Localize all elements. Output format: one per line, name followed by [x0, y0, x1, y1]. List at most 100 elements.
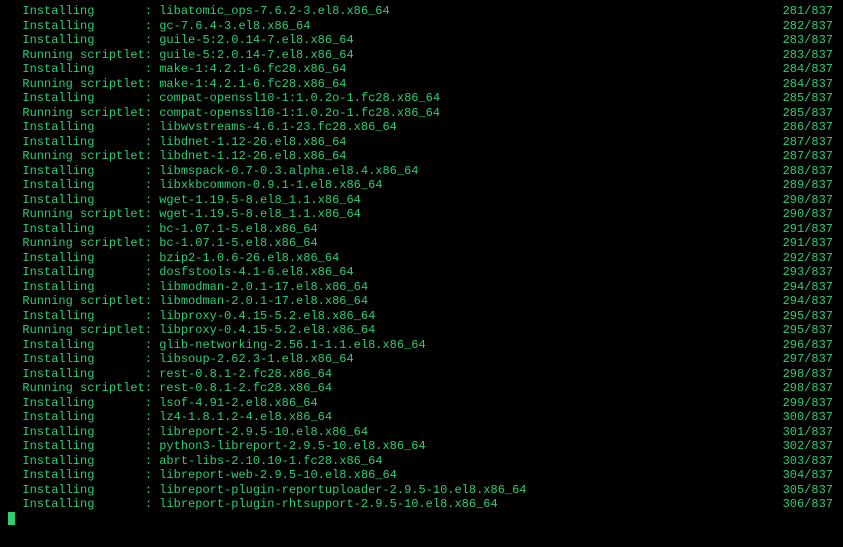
package-name: libwvstreams-4.6.1-23.fc28.x86_64 — [159, 120, 782, 135]
separator: : — [145, 251, 159, 266]
action-label: Installing — [8, 265, 145, 280]
progress-counter: 300/837 — [783, 410, 835, 425]
output-line: Running scriptlet: libproxy-0.4.15-5.2.e… — [8, 323, 835, 338]
package-name: abrt-libs-2.10.10-1.fc28.x86_64 — [159, 454, 782, 469]
package-name: lz4-1.8.1.2-4.el8.x86_64 — [159, 410, 782, 425]
progress-counter: 304/837 — [783, 468, 835, 483]
package-name: libsoup-2.62.3-1.el8.x86_64 — [159, 352, 782, 367]
package-name: libmodman-2.0.1-17.el8.x86_64 — [159, 294, 782, 309]
action-label: Installing — [8, 33, 145, 48]
separator: : — [145, 280, 159, 295]
separator: : — [145, 497, 159, 512]
package-name: libreport-web-2.9.5-10.el8.x86_64 — [159, 468, 782, 483]
output-line: Installing : libproxy-0.4.15-5.2.el8.x86… — [8, 309, 835, 324]
action-label: Installing — [8, 425, 145, 440]
progress-counter: 283/837 — [783, 33, 835, 48]
package-name: wget-1.19.5-8.el8_1.1.x86_64 — [159, 193, 782, 208]
action-label: Installing — [8, 4, 145, 19]
separator: : — [145, 309, 159, 324]
package-name: glib-networking-2.56.1-1.1.el8.x86_64 — [159, 338, 782, 353]
progress-counter: 295/837 — [783, 309, 835, 324]
progress-counter: 298/837 — [783, 381, 835, 396]
progress-counter: 285/837 — [783, 91, 835, 106]
package-name: make-1:4.2.1-6.fc28.x86_64 — [159, 62, 782, 77]
progress-counter: 306/837 — [783, 497, 835, 512]
cursor-icon — [8, 512, 15, 525]
separator: : — [145, 207, 159, 222]
package-name: libreport-plugin-rhtsupport-2.9.5-10.el8… — [159, 497, 782, 512]
separator: : — [145, 164, 159, 179]
separator: : — [145, 338, 159, 353]
package-name: libdnet-1.12-26.el8.x86_64 — [159, 135, 782, 150]
separator: : — [145, 4, 159, 19]
separator: : — [145, 381, 159, 396]
progress-counter: 284/837 — [783, 62, 835, 77]
action-label: Installing — [8, 338, 145, 353]
output-line: Installing : compat-openssl10-1:1.0.2o-1… — [8, 91, 835, 106]
separator: : — [145, 323, 159, 338]
output-line: Installing : abrt-libs-2.10.10-1.fc28.x8… — [8, 454, 835, 469]
action-label: Installing — [8, 120, 145, 135]
progress-counter: 281/837 — [783, 4, 835, 19]
output-line: Installing : make-1:4.2.1-6.fc28.x86_642… — [8, 62, 835, 77]
output-line: Running scriptlet: make-1:4.2.1-6.fc28.x… — [8, 77, 835, 92]
package-name: libmodman-2.0.1-17.el8.x86_64 — [159, 280, 782, 295]
output-line: Installing : libwvstreams-4.6.1-23.fc28.… — [8, 120, 835, 135]
separator: : — [145, 91, 159, 106]
output-line: Installing : libatomic_ops-7.6.2-3.el8.x… — [8, 4, 835, 19]
package-name: bc-1.07.1-5.el8.x86_64 — [159, 236, 782, 251]
separator: : — [145, 425, 159, 440]
separator: : — [145, 483, 159, 498]
package-name: libreport-plugin-reportuploader-2.9.5-10… — [159, 483, 782, 498]
separator: : — [145, 468, 159, 483]
action-label: Installing — [8, 367, 145, 382]
progress-counter: 299/837 — [783, 396, 835, 411]
separator: : — [145, 106, 159, 121]
package-name: wget-1.19.5-8.el8_1.1.x86_64 — [159, 207, 782, 222]
action-label: Installing — [8, 251, 145, 266]
output-line: Running scriptlet: rest-0.8.1-2.fc28.x86… — [8, 381, 835, 396]
output-line: Installing : libsoup-2.62.3-1.el8.x86_64… — [8, 352, 835, 367]
package-name: rest-0.8.1-2.fc28.x86_64 — [159, 367, 782, 382]
progress-counter: 285/837 — [783, 106, 835, 121]
progress-counter: 287/837 — [783, 149, 835, 164]
action-label: Running scriptlet — [8, 149, 145, 164]
separator: : — [145, 135, 159, 150]
package-name: compat-openssl10-1:1.0.2o-1.fc28.x86_64 — [159, 106, 782, 121]
progress-counter: 289/837 — [783, 178, 835, 193]
separator: : — [145, 265, 159, 280]
separator: : — [145, 236, 159, 251]
action-label: Installing — [8, 19, 145, 34]
package-name: libatomic_ops-7.6.2-3.el8.x86_64 — [159, 4, 782, 19]
progress-counter: 294/837 — [783, 294, 835, 309]
progress-counter: 290/837 — [783, 207, 835, 222]
package-name: rest-0.8.1-2.fc28.x86_64 — [159, 381, 782, 396]
progress-counter: 295/837 — [783, 323, 835, 338]
separator: : — [145, 62, 159, 77]
progress-counter: 302/837 — [783, 439, 835, 454]
output-line: Installing : libmspack-0.7-0.3.alpha.el8… — [8, 164, 835, 179]
output-line: Installing : wget-1.19.5-8.el8_1.1.x86_6… — [8, 193, 835, 208]
progress-counter: 282/837 — [783, 19, 835, 34]
action-label: Installing — [8, 439, 145, 454]
package-name: guile-5:2.0.14-7.el8.x86_64 — [159, 48, 782, 63]
output-line: Running scriptlet: libdnet-1.12-26.el8.x… — [8, 149, 835, 164]
separator: : — [145, 439, 159, 454]
progress-counter: 305/837 — [783, 483, 835, 498]
progress-counter: 301/837 — [783, 425, 835, 440]
package-name: libproxy-0.4.15-5.2.el8.x86_64 — [159, 309, 782, 324]
package-name: libxkbcommon-0.9.1-1.el8.x86_64 — [159, 178, 782, 193]
progress-counter: 294/837 — [783, 280, 835, 295]
progress-counter: 290/837 — [783, 193, 835, 208]
progress-counter: 303/837 — [783, 454, 835, 469]
action-label: Running scriptlet — [8, 236, 145, 251]
terminal-output: Installing : libatomic_ops-7.6.2-3.el8.x… — [8, 4, 835, 543]
progress-counter: 291/837 — [783, 236, 835, 251]
output-line: Running scriptlet: compat-openssl10-1:1.… — [8, 106, 835, 121]
output-line: Installing : guile-5:2.0.14-7.el8.x86_64… — [8, 33, 835, 48]
action-label: Installing — [8, 396, 145, 411]
separator: : — [145, 149, 159, 164]
separator: : — [145, 19, 159, 34]
separator: : — [145, 454, 159, 469]
progress-counter: 298/837 — [783, 367, 835, 382]
